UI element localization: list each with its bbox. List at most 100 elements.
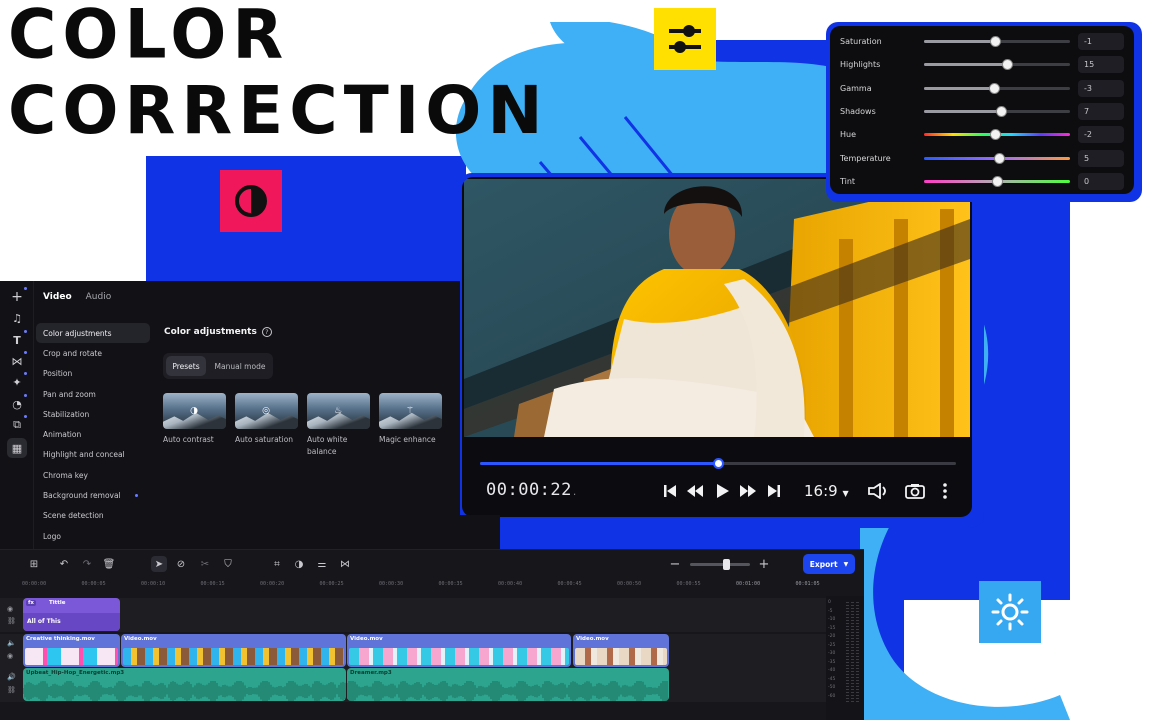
playback-progress-track[interactable] (480, 458, 956, 469)
transition-icon[interactable]: ⋈ (9, 351, 27, 369)
adjust-slider-track[interactable] (924, 129, 1070, 141)
menu-item[interactable]: Animation (36, 424, 150, 444)
text-icon[interactable]: T (9, 330, 27, 348)
menu-item[interactable]: Chroma key (36, 465, 150, 485)
video-clip[interactable]: Video.mov (121, 634, 346, 667)
transition-tool-icon[interactable]: ⋈ (337, 556, 353, 572)
adjust-slider-thumb[interactable] (1001, 59, 1013, 71)
adjust-tool-icon[interactable]: ⚌ (314, 556, 330, 572)
contrast-tool-icon[interactable]: ◑ (291, 556, 307, 572)
audio-clip[interactable]: Dreamer.mp3 (347, 668, 669, 701)
menu-item[interactable]: Color adjustments (36, 323, 150, 344)
mode-presets-button[interactable]: Presets (166, 356, 206, 376)
menu-item[interactable]: Highlight and conceal (36, 445, 150, 465)
adjust-slider-thumb[interactable] (988, 82, 1000, 94)
zoom-out-icon[interactable]: − (667, 556, 683, 572)
adjust-slider-track[interactable] (924, 106, 1070, 118)
chevron-down-icon: ▼ (842, 489, 849, 498)
menu-item[interactable]: Logo (36, 526, 150, 546)
redo-icon[interactable]: ↷ (79, 556, 95, 572)
adjust-value-field[interactable]: -3 (1078, 79, 1124, 97)
eye-icon[interactable]: ◉ (7, 652, 13, 660)
menu-item[interactable]: Pan and zoom (36, 384, 150, 404)
preset-card[interactable]: ◑ Auto contrast (163, 393, 226, 458)
tab-audio[interactable]: Audio (86, 292, 112, 302)
fast-forward-button[interactable] (739, 481, 757, 501)
adjust-slider-thumb[interactable] (990, 129, 1002, 141)
adjust-slider-track[interactable] (924, 175, 1070, 187)
plus-icon[interactable]: + (9, 287, 27, 305)
undo-icon[interactable]: ↶ (56, 556, 72, 572)
menu-item[interactable]: Stabilization (36, 404, 150, 424)
video-clip[interactable]: Creative thinking.mov (23, 634, 120, 667)
tab-video[interactable]: Video (43, 292, 72, 302)
music-icon[interactable]: ♫ (9, 310, 25, 326)
help-icon[interactable]: ? (261, 327, 272, 337)
video-preview[interactable] (464, 179, 970, 437)
adjust-value-field[interactable]: -2 (1078, 126, 1124, 144)
layout-icon[interactable]: ▦ (7, 438, 27, 458)
preset-card[interactable]: ◎ Auto saturation (235, 393, 298, 458)
video-clip-label: Video.mov (124, 636, 157, 642)
menu-item[interactable]: Position (36, 364, 150, 384)
adjust-slider-thumb[interactable] (991, 175, 1003, 187)
adjust-value-field[interactable]: 5 (1078, 149, 1124, 167)
adjust-slider-track[interactable] (924, 36, 1070, 48)
magic-icon[interactable]: ✦ (9, 372, 27, 390)
speaker-icon[interactable]: 🔊 (7, 673, 16, 681)
fast-forward-icon (740, 485, 756, 497)
aspect-ratio-select[interactable]: 16:9 ▼ (804, 482, 849, 500)
video-clip[interactable]: Video.mov (573, 634, 669, 667)
adjust-slider-track[interactable] (924, 82, 1070, 94)
adjust-slider-thumb[interactable] (994, 152, 1006, 164)
ruler-label: 00:00:00 (22, 581, 47, 587)
zoom-slider-track[interactable] (690, 563, 750, 566)
menu-item[interactable]: Background removal (36, 485, 150, 505)
adjust-value-field[interactable]: 7 (1078, 103, 1124, 121)
cut-icon[interactable]: ✂ (197, 556, 213, 572)
menu-item[interactable]: Scene detection (36, 506, 150, 526)
mode-manual-button[interactable]: Manual mode (209, 356, 271, 376)
playback-progress-thumb[interactable] (712, 458, 724, 469)
title-clip[interactable]: fx Tittle All of This (23, 598, 120, 631)
adjust-value-field[interactable]: 15 (1078, 56, 1124, 74)
adjust-slider-thumb[interactable] (990, 36, 1002, 48)
title-clip-bar: All of This (23, 613, 120, 631)
more-button[interactable] (940, 481, 950, 501)
rewind-button[interactable] (686, 481, 704, 501)
trash-icon[interactable]: 🗑 (101, 556, 117, 572)
eye-icon[interactable]: ◉ (7, 605, 13, 613)
select-tool-icon[interactable]: ➤ (151, 556, 167, 572)
link-icon[interactable]: ⛓ (7, 686, 16, 694)
adjust-slider-track[interactable] (924, 152, 1070, 164)
zoom-slider-thumb[interactable] (723, 559, 730, 570)
ripple-tool-icon[interactable]: ⊘ (173, 556, 189, 572)
volume-button[interactable] (868, 481, 890, 501)
adjust-value-field[interactable]: -1 (1078, 33, 1124, 51)
crop-icon[interactable]: ⌗ (269, 556, 285, 572)
shield-icon[interactable]: ⛉ (220, 556, 236, 572)
media-icon[interactable]: ⧉ (9, 415, 27, 433)
add-track-icon[interactable]: ⊞ (26, 556, 42, 572)
zoom-in-icon[interactable]: + (756, 556, 772, 572)
adjust-slider-thumb[interactable] (995, 106, 1007, 118)
export-button[interactable]: Export ▼ (803, 554, 855, 574)
menu-item[interactable]: Crop and rotate (36, 343, 150, 363)
snapshot-button[interactable] (904, 481, 926, 501)
preset-card[interactable]: ♨ Auto white balance (307, 393, 370, 458)
skip-end-button[interactable] (766, 481, 782, 501)
play-button[interactable] (714, 481, 732, 501)
ruler-label: 00:00:45 (557, 581, 582, 587)
skip-start-button[interactable] (662, 481, 678, 501)
editor-panel-extension (460, 515, 500, 551)
audio-clip[interactable]: Upbeat_Hip-Hop_Energetic.mp3 (23, 668, 346, 701)
preset-card[interactable]: ⚚ Magic enhance (379, 393, 442, 458)
sticker-icon[interactable]: ◔ (9, 394, 27, 412)
timeline-ruler[interactable]: 00:00:00 00:00:05 00:00:10 00:00:15 00:00:20… (22, 578, 822, 596)
link-icon[interactable]: ⛓ (7, 617, 16, 625)
adjust-slider-track[interactable] (924, 59, 1070, 71)
adjust-value-field[interactable]: 0 (1078, 172, 1124, 190)
preset-label: Magic enhance (379, 435, 436, 444)
audio-mute-icon[interactable]: 🔈 (7, 639, 16, 647)
video-clip[interactable]: Video.mov (347, 634, 571, 667)
